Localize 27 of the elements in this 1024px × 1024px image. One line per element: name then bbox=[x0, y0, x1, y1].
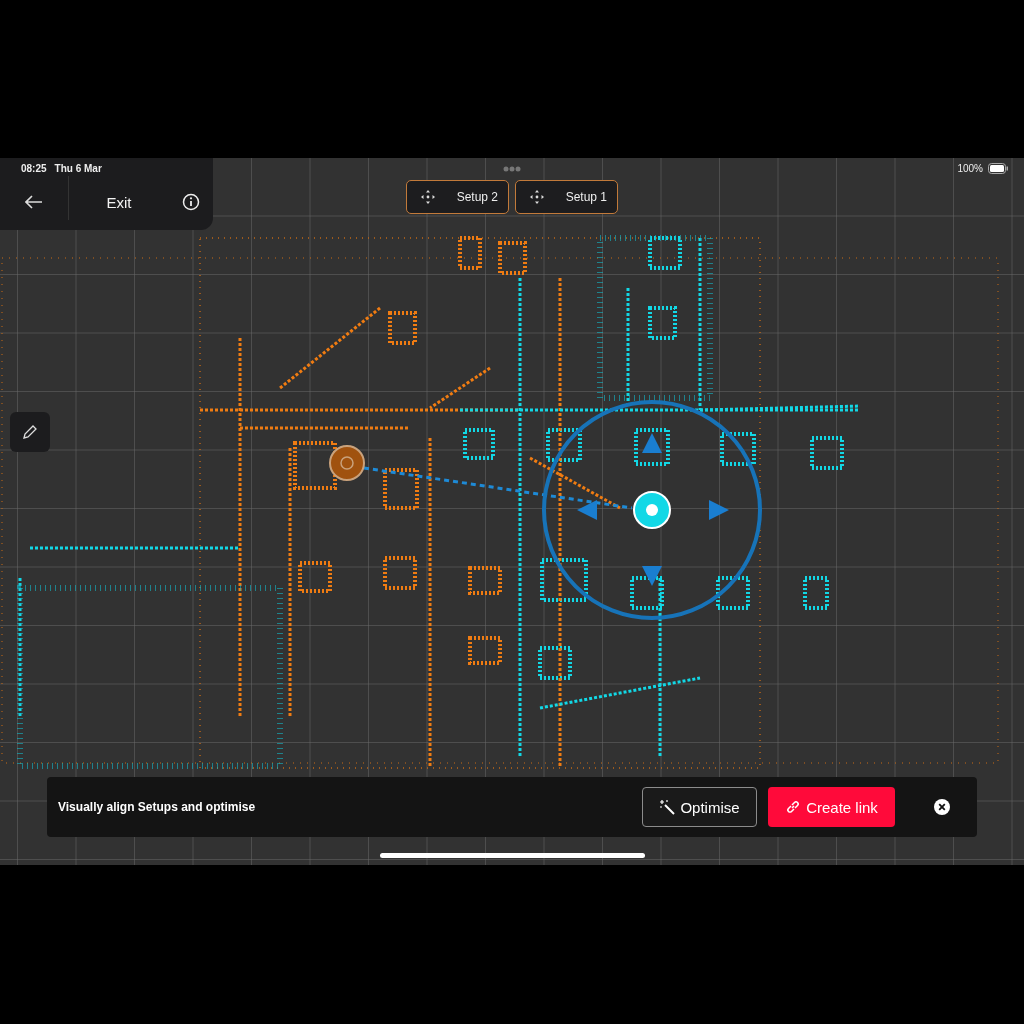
info-icon bbox=[182, 193, 200, 211]
instruction-text: Visually align Setups and optimise bbox=[58, 800, 256, 814]
move-icon bbox=[530, 190, 544, 204]
right-arrow-icon[interactable] bbox=[709, 500, 729, 520]
draw-tool-button[interactable] bbox=[10, 412, 50, 452]
battery-icon bbox=[988, 163, 1008, 174]
status-time: 08:25 bbox=[21, 163, 47, 174]
optimise-button[interactable]: Optimise bbox=[642, 787, 757, 827]
alignment-ring[interactable] bbox=[542, 400, 762, 620]
down-arrow-icon[interactable] bbox=[642, 566, 662, 586]
magic-wand-icon bbox=[659, 799, 676, 815]
setup-tab[interactable]: Setup 1 bbox=[515, 180, 618, 214]
multitask-dots-icon[interactable] bbox=[503, 166, 521, 172]
status-date: Thu 6 Mar bbox=[54, 163, 102, 174]
move-icon bbox=[421, 190, 435, 204]
create-link-button[interactable]: Create link bbox=[768, 787, 895, 827]
back-arrow-icon bbox=[25, 195, 43, 209]
pencil-icon bbox=[22, 424, 38, 440]
up-arrow-icon[interactable] bbox=[642, 433, 662, 453]
center-handle[interactable] bbox=[633, 491, 671, 529]
setup-tab[interactable]: Setup 2 bbox=[406, 180, 509, 214]
link-icon bbox=[785, 799, 802, 815]
left-arrow-icon[interactable] bbox=[577, 500, 597, 520]
exit-label[interactable]: Exit bbox=[69, 193, 169, 211]
origin-handle[interactable] bbox=[329, 445, 365, 481]
battery-percentage: 100% bbox=[957, 163, 983, 174]
close-icon bbox=[934, 799, 950, 815]
